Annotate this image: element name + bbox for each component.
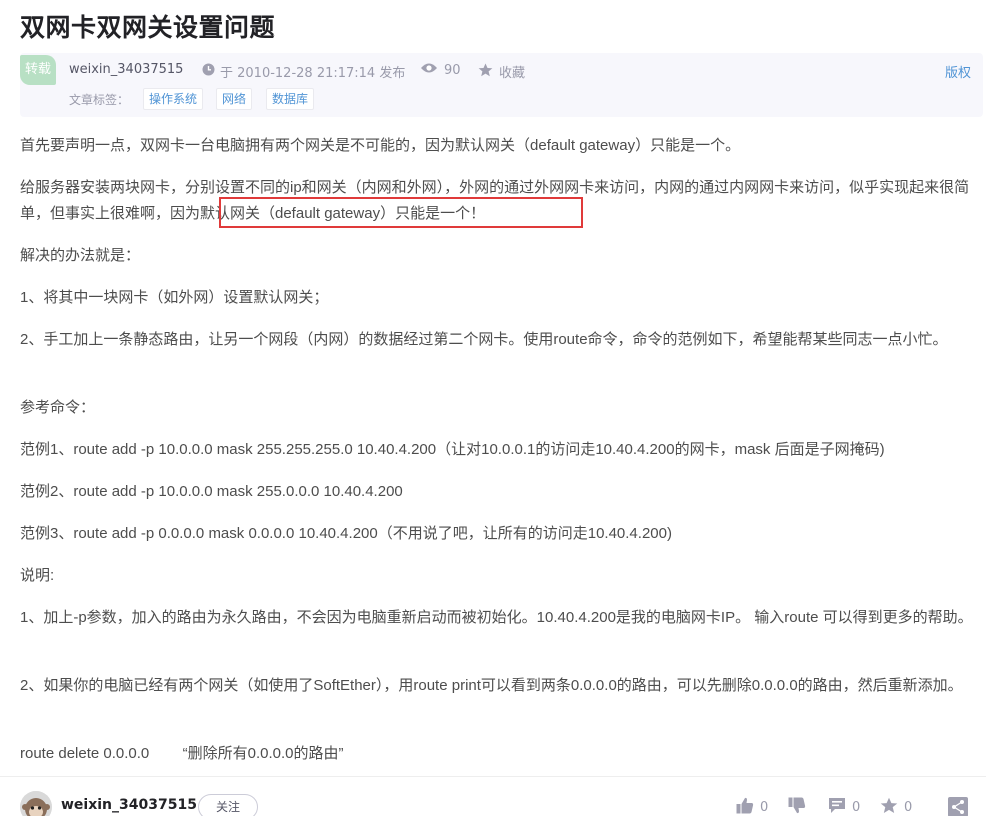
collect-button[interactable]: 0: [880, 797, 912, 816]
favorite-label: 收藏: [499, 66, 526, 81]
share-icon: [948, 797, 968, 816]
tag-link[interactable]: 数据库: [266, 88, 315, 110]
avatar[interactable]: [20, 791, 52, 816]
bottom-toolbar: weixin_34037515 关注 0 0 0: [0, 776, 986, 816]
share-button[interactable]: [948, 797, 968, 816]
tag-link[interactable]: 操作系统: [143, 88, 204, 110]
author-link[interactable]: weixin_34037515: [69, 62, 183, 77]
paragraph: 2、如果你的电脑已经有两个网关（如使用了SoftEther），用route pr…: [20, 677, 963, 694]
dislike-button[interactable]: [788, 797, 806, 816]
view-count-text: 90: [444, 62, 461, 78]
star-icon: [478, 63, 493, 81]
copyright-link[interactable]: 版权: [945, 62, 971, 81]
tag-link[interactable]: 网络: [216, 88, 253, 110]
publish-time-text: 于 2010-12-28 21:17:14 发布: [220, 66, 406, 81]
like-button[interactable]: 0: [736, 797, 768, 816]
like-count: 0: [760, 800, 769, 815]
view-count: 90: [420, 62, 461, 78]
article-title: 双网卡双网关设置问题: [20, 13, 276, 42]
highlight-annotation-box: [219, 197, 583, 228]
paragraph: 1、加上-p参数，加入的路由为永久路由，不会因为电脑重新启动而被初始化。10.4…: [20, 609, 973, 626]
paragraph: 说明:: [20, 567, 55, 584]
paragraph: 参考命令：: [20, 399, 96, 416]
comment-icon: [828, 797, 846, 816]
paragraph: 范例2、route add -p 10.0.0.0 mask 255.0.0.0…: [20, 483, 403, 500]
bottom-author-link[interactable]: weixin_34037515: [61, 797, 197, 813]
paragraph: 1、将其中一块网卡（如外网）设置默认网关；: [20, 289, 329, 306]
paragraph: 解决的办法就是：: [20, 247, 141, 264]
thumbs-up-icon: [736, 797, 754, 816]
repost-badge: 转载: [20, 55, 56, 85]
eye-icon: [420, 62, 438, 78]
comment-count: 0: [852, 800, 861, 815]
paragraph: route delete 0.0.0.0 “删除所有0.0.0.0的路由”: [20, 745, 344, 762]
paragraph: 范例3、route add -p 0.0.0.0 mask 0.0.0.0 10…: [20, 525, 672, 542]
paragraph: 首先要声明一点，双网卡一台电脑拥有两个网关是不可能的，因为默认网关（defaul…: [20, 137, 741, 154]
clock-icon: [202, 63, 215, 80]
paragraph: 2、手工加上一条静态路由，让另一个网段（内网）的数据经过第二个网卡。使用rout…: [20, 331, 948, 348]
publish-time: 于 2010-12-28 21:17:14 发布: [202, 62, 405, 81]
thumbs-down-icon: [788, 797, 806, 816]
article-meta: 转载 weixin_34037515 于 2010-12-28 21:17:14…: [20, 53, 983, 117]
follow-button[interactable]: 关注: [198, 794, 258, 816]
tags-label: 文章标签：: [69, 93, 130, 107]
paragraph: 范例1、route add -p 10.0.0.0 mask 255.255.2…: [20, 441, 885, 458]
collect-count: 0: [904, 800, 913, 815]
star-icon: [880, 797, 898, 816]
favorite-button[interactable]: 收藏: [478, 62, 525, 81]
comment-button[interactable]: 0: [828, 797, 860, 816]
